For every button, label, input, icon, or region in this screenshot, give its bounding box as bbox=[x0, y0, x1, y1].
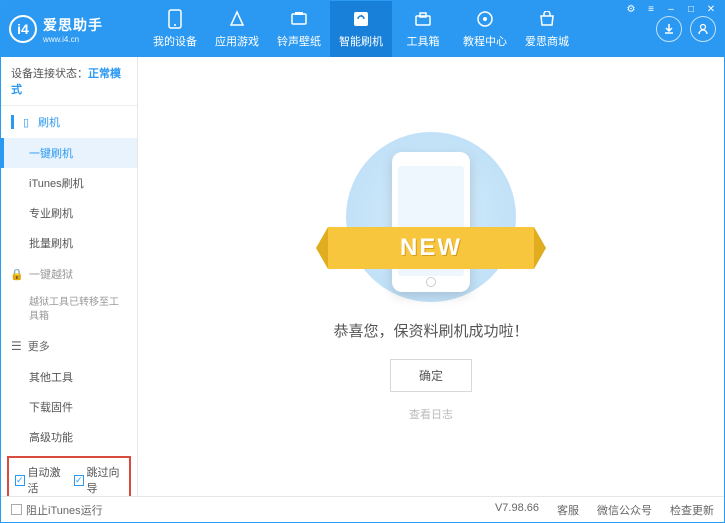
wechat-link[interactable]: 微信公众号 bbox=[597, 502, 652, 518]
section-more[interactable]: ☰ 更多 bbox=[1, 330, 137, 362]
logo: i4 爱思助手 www.i4.cn bbox=[9, 15, 144, 44]
sidebar-item-itunes-flash[interactable]: iTunes刷机 bbox=[1, 168, 137, 198]
success-message: 恭喜您，保资料刷机成功啦！ bbox=[333, 320, 528, 341]
section-title: 一键越狱 bbox=[29, 266, 73, 282]
jailbreak-note: 越狱工具已转移至工具箱 bbox=[1, 290, 137, 330]
check-update-link[interactable]: 检查更新 bbox=[670, 502, 714, 518]
section-title: 刷机 bbox=[38, 114, 60, 130]
section-flash[interactable]: ▯ 刷机 bbox=[1, 106, 137, 138]
nav-my-device[interactable]: 我的设备 bbox=[144, 1, 206, 57]
view-log-link[interactable]: 查看日志 bbox=[409, 406, 453, 422]
checkbox-block-itunes[interactable]: 阻止iTunes运行 bbox=[11, 502, 103, 518]
toolbox-icon bbox=[413, 9, 433, 29]
lock-icon: 🔒 bbox=[11, 268, 23, 280]
nav-smart-flash[interactable]: 智能刷机 bbox=[330, 1, 392, 57]
media-icon bbox=[289, 9, 309, 29]
download-icon[interactable] bbox=[656, 16, 682, 42]
logo-title: 爱思助手 bbox=[43, 15, 103, 35]
sidebar: 设备连接状态：正常模式 ▯ 刷机 一键刷机 iTunes刷机 专业刷机 批量刷机… bbox=[1, 57, 138, 496]
sidebar-item-advanced[interactable]: 高级功能 bbox=[1, 422, 137, 452]
customer-service-link[interactable]: 客服 bbox=[557, 502, 579, 518]
nav-label: 爱思商城 bbox=[525, 33, 569, 49]
nav-label: 教程中心 bbox=[463, 33, 507, 49]
checkbox-skip-guide[interactable]: ✓跳过向导 bbox=[74, 464, 123, 496]
close-icon[interactable]: ✕ bbox=[704, 3, 718, 15]
nav-apps-games[interactable]: 应用游戏 bbox=[206, 1, 268, 57]
connection-status: 设备连接状态：正常模式 bbox=[1, 57, 137, 106]
nav-label: 工具箱 bbox=[407, 33, 440, 49]
checkbox-auto-activate[interactable]: ✓自动激活 bbox=[15, 464, 64, 496]
chk-label: 跳过向导 bbox=[87, 464, 123, 496]
options-highlight-box: ✓自动激活 ✓跳过向导 bbox=[7, 456, 131, 496]
phone-icon bbox=[165, 9, 185, 29]
flash-icon bbox=[351, 9, 371, 29]
conn-label: 设备连接状态： bbox=[11, 68, 88, 80]
chk-label: 自动激活 bbox=[28, 464, 64, 496]
top-nav: 我的设备 应用游戏 铃声壁纸 智能刷机 工具箱 教程中心 爱思商城 bbox=[144, 1, 656, 57]
nav-label: 智能刷机 bbox=[339, 33, 383, 49]
nav-store[interactable]: 爱思商城 bbox=[516, 1, 578, 57]
checkmark-icon: ✓ bbox=[15, 475, 25, 486]
checkbox-icon bbox=[11, 504, 22, 515]
more-icon: ☰ bbox=[11, 339, 22, 353]
section-jailbreak: 🔒 一键越狱 bbox=[1, 258, 137, 290]
header: i4 爱思助手 www.i4.cn 我的设备 应用游戏 铃声壁纸 智能刷机 工具… bbox=[1, 1, 724, 57]
store-icon bbox=[537, 9, 557, 29]
checkmark-icon: ✓ bbox=[74, 475, 84, 486]
sidebar-item-other-tools[interactable]: 其他工具 bbox=[1, 362, 137, 392]
success-illustration: NEW bbox=[346, 132, 516, 302]
nav-label: 应用游戏 bbox=[215, 33, 259, 49]
banner-text: NEW bbox=[400, 234, 462, 262]
menu-icon[interactable]: ≡ bbox=[644, 3, 658, 15]
book-icon bbox=[475, 9, 495, 29]
minimize-icon[interactable]: ‒ bbox=[664, 3, 678, 15]
logo-mark: i4 bbox=[9, 15, 37, 43]
maximize-icon[interactable]: □ bbox=[684, 3, 698, 15]
sidebar-item-pro-flash[interactable]: 专业刷机 bbox=[1, 198, 137, 228]
ok-button[interactable]: 确定 bbox=[390, 359, 472, 392]
phone-small-icon: ▯ bbox=[20, 116, 32, 128]
settings-icon[interactable]: ⚙ bbox=[624, 3, 638, 15]
nav-toolbox[interactable]: 工具箱 bbox=[392, 1, 454, 57]
apps-icon bbox=[227, 9, 247, 29]
nav-tutorial[interactable]: 教程中心 bbox=[454, 1, 516, 57]
sidebar-item-oneclick-flash[interactable]: 一键刷机 bbox=[1, 138, 137, 168]
chk-label: 阻止iTunes运行 bbox=[26, 502, 103, 518]
sidebar-item-download-firmware[interactable]: 下载固件 bbox=[1, 392, 137, 422]
sidebar-item-batch-flash[interactable]: 批量刷机 bbox=[1, 228, 137, 258]
user-icon[interactable] bbox=[690, 16, 716, 42]
nav-label: 我的设备 bbox=[153, 33, 197, 49]
version-label: V7.98.66 bbox=[495, 502, 539, 518]
main-content: NEW 恭喜您，保资料刷机成功啦！ 确定 查看日志 bbox=[138, 57, 724, 496]
logo-subtitle: www.i4.cn bbox=[43, 35, 103, 44]
nav-ringtone-wallpaper[interactable]: 铃声壁纸 bbox=[268, 1, 330, 57]
section-title: 更多 bbox=[28, 338, 50, 354]
nav-label: 铃声壁纸 bbox=[277, 33, 321, 49]
footer: 阻止iTunes运行 V7.98.66 客服 微信公众号 检查更新 bbox=[1, 496, 724, 522]
